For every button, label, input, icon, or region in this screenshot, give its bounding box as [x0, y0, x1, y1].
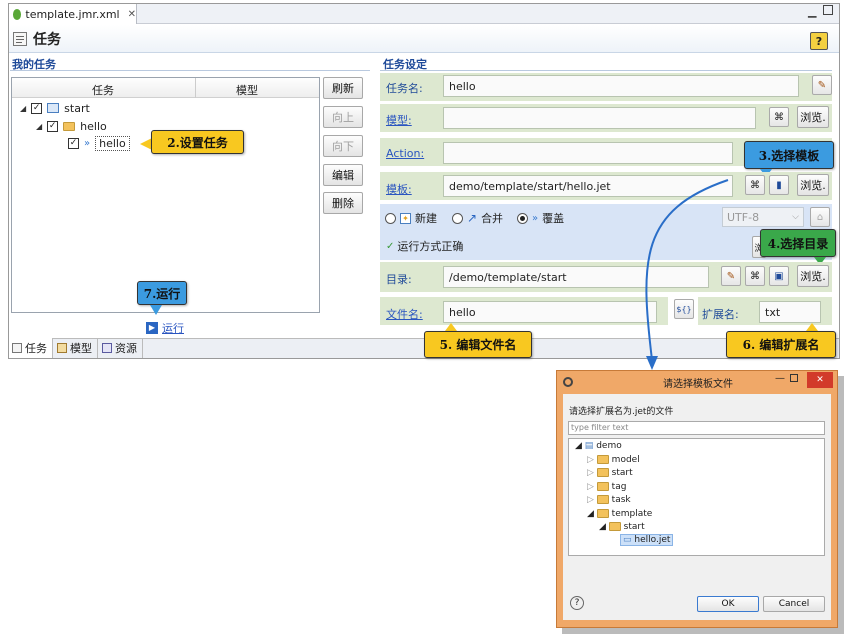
tree-node-hello-jet[interactable]: ▭ hello.jet	[620, 534, 674, 546]
file-icon: ▭	[623, 535, 632, 545]
folder-icon	[596, 468, 609, 477]
tree-node-label: demo	[596, 441, 622, 451]
tree-node-label: task	[611, 495, 631, 505]
tree-node-model[interactable]: ▷ model	[587, 455, 640, 465]
folder-icon	[596, 509, 609, 518]
tree-node-label: hello.jet	[634, 535, 671, 545]
tree-node-template[interactable]: ◢ template	[587, 509, 652, 519]
tree-node-template-start[interactable]: ◢ start	[599, 522, 645, 532]
tree-node-start[interactable]: ▷ start	[587, 468, 633, 478]
app-icon	[563, 377, 573, 387]
tree-node-demo[interactable]: ◢ ▤ demo	[575, 441, 622, 451]
folder-icon	[596, 455, 609, 464]
tree-node-label: template	[611, 509, 653, 519]
filter-placeholder: type filter text	[571, 423, 629, 432]
tree-node-task[interactable]: ▷ task	[587, 495, 631, 505]
folder-icon	[608, 522, 621, 531]
tree-node-label: start	[611, 468, 633, 478]
dialog-prompt: 请选择扩展名为.jet的文件	[569, 407, 674, 417]
tree-node-tag[interactable]: ▷ tag	[587, 482, 626, 492]
dialog-maximize-icon[interactable]	[790, 374, 798, 382]
dialog-help-icon[interactable]: ?	[570, 596, 584, 610]
dialog-close-button[interactable]: ✕	[807, 372, 833, 388]
dialog-title: 请选择模板文件	[663, 378, 733, 390]
tree-node-label: tag	[611, 482, 627, 492]
cancel-button[interactable]: Cancel	[763, 596, 825, 612]
ok-button[interactable]: OK	[697, 596, 759, 612]
folder-icon	[596, 495, 609, 504]
filter-input[interactable]: type filter text	[568, 421, 825, 435]
tree-node-label: start	[623, 522, 645, 532]
dialog-minimize-icon[interactable]: —	[775, 373, 785, 384]
tree-node-label: model	[611, 455, 640, 465]
folder-icon	[596, 482, 609, 491]
